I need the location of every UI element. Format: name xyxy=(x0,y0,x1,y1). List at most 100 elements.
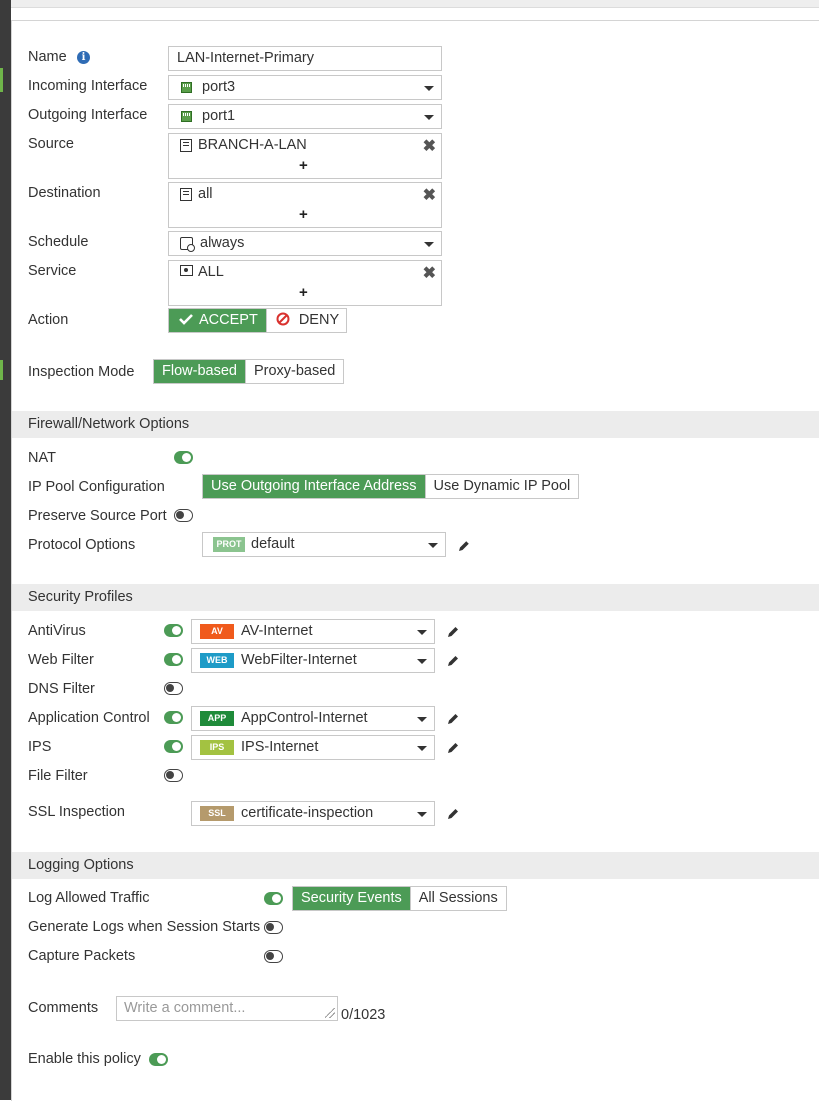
dns-filter-toggle[interactable] xyxy=(164,682,183,695)
outgoing-interface-label: Outgoing Interface xyxy=(28,107,148,123)
dns-filter-label: DNS Filter xyxy=(28,681,95,697)
destination-multiselect[interactable]: all ✖ + xyxy=(168,182,442,228)
antivirus-toggle[interactable] xyxy=(164,624,183,637)
ips-toggle[interactable] xyxy=(164,740,183,753)
web-badge: WEB xyxy=(200,653,234,668)
ssl-inspection-label: SSL Inspection xyxy=(28,804,125,820)
source-multiselect[interactable]: BRANCH-A-LAN ✖ + xyxy=(168,133,442,179)
proxy-based-button[interactable]: Proxy-based xyxy=(244,360,344,383)
destination-label: Destination xyxy=(28,185,101,201)
edit-antivirus-pencil-icon[interactable] xyxy=(446,625,460,639)
ip-pool-group: Use Outgoing Interface Address Use Dynam… xyxy=(202,474,580,499)
service-multiselect[interactable]: ALL ✖ + xyxy=(168,260,442,306)
ips-profile-select[interactable]: IPS IPS-Internet xyxy=(191,735,435,760)
remove-destination-icon[interactable]: ✖ xyxy=(423,185,436,205)
file-filter-toggle[interactable] xyxy=(164,769,183,782)
chevron-down-icon xyxy=(417,630,427,635)
schedule-label: Schedule xyxy=(28,234,89,250)
preserve-source-port-toggle[interactable] xyxy=(174,509,193,522)
all-sessions-button[interactable]: All Sessions xyxy=(409,887,506,910)
check-icon xyxy=(179,314,193,325)
security-events-button[interactable]: Security Events xyxy=(293,887,410,910)
nav-active-marker xyxy=(0,360,3,380)
edit-ips-pencil-icon[interactable] xyxy=(446,741,460,755)
flow-based-button[interactable]: Flow-based xyxy=(154,360,245,383)
chevron-down-icon xyxy=(428,543,438,548)
inspection-mode-group: Flow-based Proxy-based xyxy=(153,359,345,384)
protocol-options-select[interactable]: PROT default xyxy=(202,532,446,557)
deny-button[interactable]: DENY xyxy=(265,309,347,332)
add-service-icon[interactable]: + xyxy=(299,284,308,301)
address-icon xyxy=(180,139,192,152)
comments-counter: 0/1023 xyxy=(341,1007,386,1023)
nav-active-marker xyxy=(0,68,3,92)
ips-label: IPS xyxy=(28,739,52,755)
nat-label: NAT xyxy=(28,450,56,466)
app-badge: APP xyxy=(200,711,234,726)
antivirus-profile-select[interactable]: AV AV-Internet xyxy=(191,619,435,644)
add-destination-icon[interactable]: + xyxy=(299,206,308,223)
logging-section-header: Logging Options xyxy=(12,852,819,879)
remove-source-icon[interactable]: ✖ xyxy=(423,136,436,156)
address-icon xyxy=(180,188,192,201)
chevron-down-icon xyxy=(424,86,434,91)
log-allowed-traffic-label: Log Allowed Traffic xyxy=(28,890,150,906)
protocol-options-value: default xyxy=(251,536,295,552)
ip-pool-label: IP Pool Configuration xyxy=(28,479,165,495)
ips-profile-value: IPS-Internet xyxy=(241,739,319,755)
port-icon xyxy=(181,82,192,93)
accept-button[interactable]: ACCEPT xyxy=(169,309,266,332)
protocol-options-label: Protocol Options xyxy=(28,537,136,553)
incoming-interface-value: port3 xyxy=(202,79,236,95)
add-source-icon[interactable]: + xyxy=(299,157,308,174)
web-filter-profile-select[interactable]: WEB WebFilter-Internet xyxy=(191,648,435,673)
protocol-badge: PROT xyxy=(213,537,245,552)
application-control-label: Application Control xyxy=(28,710,150,726)
service-label: Service xyxy=(28,263,77,279)
web-filter-profile-value: WebFilter-Internet xyxy=(241,652,357,668)
schedule-icon xyxy=(180,237,195,252)
comments-textarea[interactable] xyxy=(117,997,337,1020)
session-start-logs-label: Generate Logs when Session Starts xyxy=(28,919,261,935)
comments-label: Comments xyxy=(28,1000,99,1016)
service-icon xyxy=(180,265,193,276)
chevron-down-icon xyxy=(417,746,427,751)
use-dynamic-ip-pool-button[interactable]: Use Dynamic IP Pool xyxy=(424,475,579,498)
edit-ssl-inspection-pencil-icon[interactable] xyxy=(446,807,460,821)
web-filter-label: Web Filter xyxy=(28,652,94,668)
chevron-down-icon xyxy=(424,115,434,120)
application-control-profile-value: AppControl-Internet xyxy=(241,710,368,726)
application-control-profile-select[interactable]: APP AppControl-Internet xyxy=(191,706,435,731)
inspection-mode-label: Inspection Mode xyxy=(28,364,135,380)
capture-packets-toggle[interactable] xyxy=(264,950,283,963)
remove-service-icon[interactable]: ✖ xyxy=(423,263,436,283)
web-filter-toggle[interactable] xyxy=(164,653,183,666)
session-start-logs-toggle[interactable] xyxy=(264,921,283,934)
edit-application-control-pencil-icon[interactable] xyxy=(446,712,460,726)
chevron-down-icon xyxy=(417,659,427,664)
schedule-select[interactable]: always xyxy=(168,231,442,256)
log-allowed-traffic-toggle[interactable] xyxy=(264,892,283,905)
deny-label: DENY xyxy=(298,312,340,328)
incoming-interface-label: Incoming Interface xyxy=(28,78,148,94)
info-icon[interactable]: i xyxy=(77,51,90,64)
edit-protocol-pencil-icon[interactable] xyxy=(457,539,471,553)
schedule-value: always xyxy=(200,235,245,251)
enable-policy-toggle[interactable] xyxy=(149,1053,168,1066)
ips-badge: IPS xyxy=(200,740,234,755)
name-input[interactable]: LAN-Internet-Primary xyxy=(168,46,442,71)
chevron-down-icon xyxy=(417,812,427,817)
security-section-header: Security Profiles xyxy=(12,584,819,611)
use-outgoing-interface-button[interactable]: Use Outgoing Interface Address xyxy=(203,475,425,498)
resize-handle-icon[interactable] xyxy=(325,1008,335,1018)
outgoing-interface-select[interactable]: port1 xyxy=(168,104,442,129)
antivirus-profile-value: AV-Internet xyxy=(241,623,313,639)
name-input-value: LAN-Internet-Primary xyxy=(177,50,314,66)
nat-toggle[interactable] xyxy=(174,451,193,464)
port-icon xyxy=(181,111,192,122)
capture-packets-label: Capture Packets xyxy=(28,948,136,964)
application-control-toggle[interactable] xyxy=(164,711,183,724)
ssl-inspection-select[interactable]: SSL certificate-inspection xyxy=(191,801,435,826)
edit-web-filter-pencil-icon[interactable] xyxy=(446,654,460,668)
incoming-interface-select[interactable]: port3 xyxy=(168,75,442,100)
